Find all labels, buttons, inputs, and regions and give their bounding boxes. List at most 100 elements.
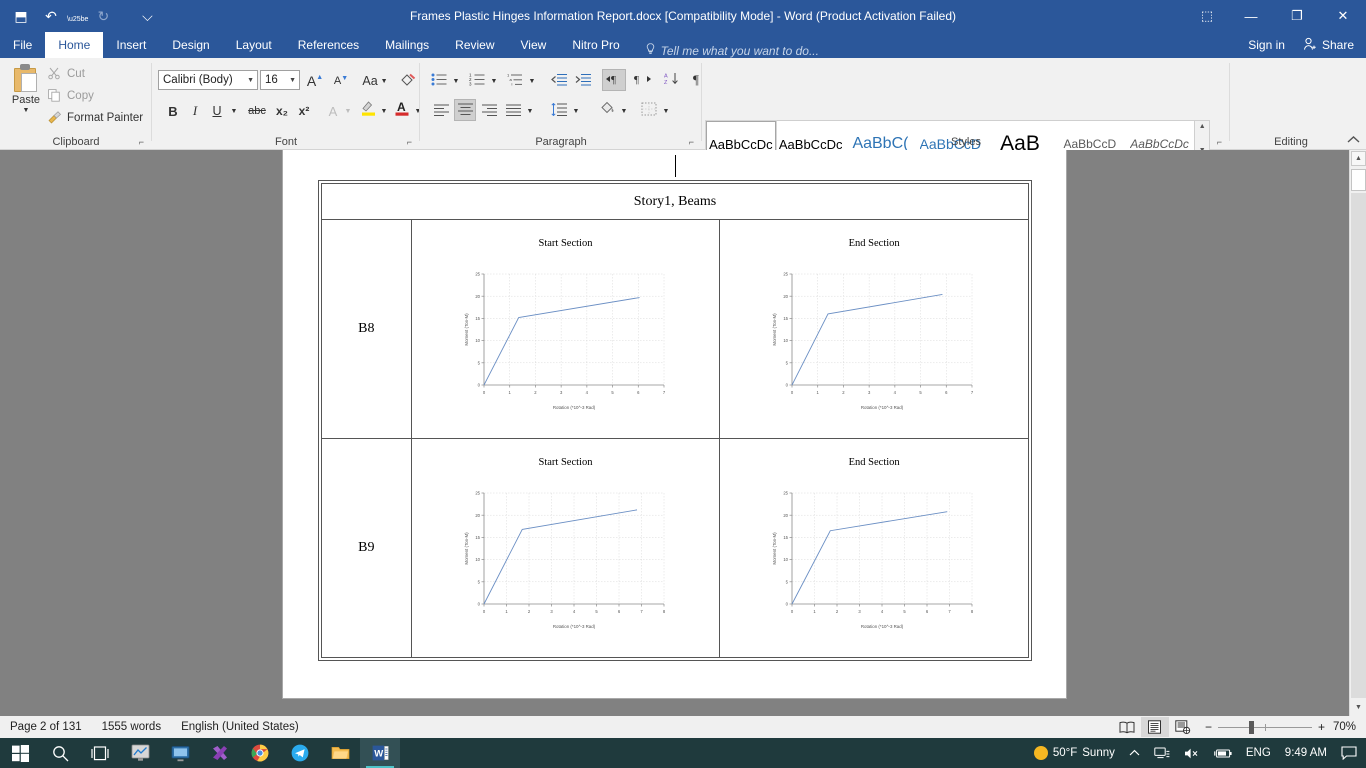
chart-cell-b9-end[interactable]: End Section 0 1 2 3 4 5 6 7 8 0 5 10 15 20 25 Rotation …	[719, 438, 1029, 658]
action-center-icon[interactable]	[1338, 746, 1360, 760]
tab-file[interactable]: File	[0, 32, 45, 58]
clear-formatting-button[interactable]	[398, 70, 418, 92]
zoom-level[interactable]: 70%	[1325, 721, 1362, 733]
numbering-dropdown-icon[interactable]: ▼	[488, 70, 500, 92]
change-case-button[interactable]: Aa ▼	[358, 70, 392, 92]
bold-button[interactable]: B	[164, 100, 182, 122]
align-left-button[interactable]	[430, 100, 452, 122]
search-button[interactable]	[40, 738, 80, 768]
clock[interactable]: 9:49 AM	[1282, 747, 1330, 759]
zoom-track[interactable]	[1217, 720, 1312, 734]
ltr-text-direction-button[interactable]: ¶	[602, 69, 626, 91]
justify-dropdown-icon[interactable]: ▼	[524, 100, 536, 122]
share-button[interactable]: Share	[1294, 32, 1366, 58]
scroll-down-icon[interactable]: ▼	[1351, 700, 1366, 715]
text-highlight-button[interactable]	[358, 98, 378, 120]
paste-dropdown-icon[interactable]: ▼	[23, 107, 30, 114]
bullets-button[interactable]	[428, 70, 450, 92]
weather-widget[interactable]: 50°F Sunny	[1031, 746, 1118, 760]
borders-dropdown-icon[interactable]: ▼	[660, 100, 672, 122]
styles-dialog-launcher[interactable]: ⌐	[1217, 137, 1222, 147]
paragraph-dialog-launcher[interactable]: ⌐	[689, 137, 694, 147]
page-indicator[interactable]: Page 2 of 131	[0, 721, 92, 733]
chart-cell-b8-start[interactable]: Start Section 0 1 2 3 4 5 6 7 0 5 10 15 20 25 Rotation…	[410, 219, 721, 439]
task-view-button[interactable]	[80, 738, 120, 768]
line-spacing-dropdown-icon[interactable]: ▼	[570, 100, 582, 122]
decrease-indent-button[interactable]	[548, 70, 570, 92]
highlight-dropdown-icon[interactable]: ▼	[378, 100, 390, 122]
file-explorer-button[interactable]	[320, 738, 360, 768]
tab-layout[interactable]: Layout	[223, 32, 285, 58]
copy-button[interactable]: Copy	[48, 86, 94, 106]
start-button[interactable]	[0, 738, 40, 768]
borders-button[interactable]	[638, 99, 660, 121]
tell-me-search[interactable]: Tell me what you want to do...	[645, 43, 819, 58]
tab-design[interactable]: Design	[159, 32, 222, 58]
print-layout-button[interactable]	[1140, 717, 1169, 737]
font-name-combobox[interactable]: Calibri (Body) ▼	[158, 70, 258, 90]
strikethrough-button[interactable]: abc	[244, 100, 270, 122]
underline-button[interactable]: U	[208, 100, 226, 122]
vertical-scrollbar[interactable]: ▲ ▼	[1349, 150, 1366, 716]
battery-icon[interactable]	[1211, 748, 1235, 759]
font-color-button[interactable]: A	[392, 98, 412, 120]
rtl-text-direction-button[interactable]: ¶	[630, 69, 654, 91]
minimize-button[interactable]: —	[1228, 0, 1274, 32]
ribbon-display-options-icon[interactable]: ⬚	[1186, 0, 1228, 32]
close-button[interactable]: ✕	[1320, 0, 1366, 32]
zoom-in-button[interactable]: +	[1318, 720, 1325, 734]
tab-insert[interactable]: Insert	[103, 32, 159, 58]
network-icon[interactable]	[1151, 747, 1173, 760]
multilevel-list-button[interactable]: 1ai	[504, 70, 526, 92]
numbering-button[interactable]: 123	[466, 70, 488, 92]
tab-mailings[interactable]: Mailings	[372, 32, 442, 58]
format-painter-button[interactable]: Format Painter	[48, 108, 143, 128]
chart-cell-b9-start[interactable]: Start Section 0 1 2 3 4 5 6 7 8 0 5 10 15 20 25 Rotatio…	[410, 438, 721, 658]
paste-button[interactable]: Paste ▼	[6, 62, 46, 130]
show-hidden-icons-button[interactable]	[1126, 749, 1143, 757]
language-indicator[interactable]: English (United States)	[171, 721, 309, 733]
read-mode-button[interactable]	[1113, 717, 1141, 737]
sign-in-button[interactable]: Sign in	[1238, 38, 1295, 52]
scroll-up-icon[interactable]: ▲	[1199, 123, 1206, 130]
tab-nitro-pro[interactable]: Nitro Pro	[559, 32, 632, 58]
save-icon[interactable]: ⬒	[6, 3, 36, 29]
zoom-thumb[interactable]	[1248, 720, 1254, 734]
sort-button[interactable]: AZ	[660, 69, 684, 91]
font-size-combobox[interactable]: 16 ▼	[260, 70, 300, 90]
superscript-button[interactable]: x²	[294, 100, 314, 122]
text-effects-button[interactable]: A	[324, 100, 342, 122]
word-count[interactable]: 1555 words	[92, 721, 171, 733]
cut-button[interactable]: Cut	[48, 64, 85, 84]
telegram-button[interactable]	[280, 738, 320, 768]
tab-view[interactable]: View	[508, 32, 560, 58]
underline-dropdown-icon[interactable]: ▼	[228, 100, 240, 122]
tab-references[interactable]: References	[285, 32, 372, 58]
increase-indent-button[interactable]	[572, 70, 594, 92]
customize-qat-icon[interactable]: ⌵	[132, 3, 162, 29]
bullets-dropdown-icon[interactable]: ▼	[450, 70, 462, 92]
vertical-scroll-track[interactable]	[1351, 193, 1366, 698]
align-right-button[interactable]	[478, 100, 500, 122]
tab-home[interactable]: Home	[45, 32, 104, 58]
restore-button[interactable]: ❐	[1274, 0, 1320, 32]
collapse-ribbon-button[interactable]	[1347, 135, 1360, 147]
etabs-app-button[interactable]	[120, 738, 160, 768]
undo-icon[interactable]: ↶	[36, 3, 66, 29]
text-effects-dropdown-icon[interactable]: ▼	[342, 100, 354, 122]
word-taskbar-button[interactable]: W	[360, 738, 400, 768]
grow-font-button[interactable]: A ▲	[304, 70, 326, 92]
volume-muted-icon[interactable]	[1181, 747, 1203, 760]
chevron-down-icon[interactable]: ▼	[247, 77, 254, 84]
web-layout-button[interactable]	[1169, 717, 1197, 737]
justify-button[interactable]	[502, 100, 524, 122]
shading-dropdown-icon[interactable]: ▼	[618, 100, 630, 122]
zoom-slider[interactable]: − +	[1205, 720, 1325, 734]
shading-button[interactable]	[596, 99, 618, 121]
line-spacing-button[interactable]	[548, 100, 570, 122]
scroll-up-icon[interactable]: ▲	[1351, 151, 1366, 166]
language-indicator[interactable]: ENG	[1243, 747, 1274, 759]
remote-desktop-button[interactable]	[160, 738, 200, 768]
multilevel-dropdown-icon[interactable]: ▼	[526, 70, 538, 92]
chevron-down-icon[interactable]: ▼	[289, 77, 296, 84]
